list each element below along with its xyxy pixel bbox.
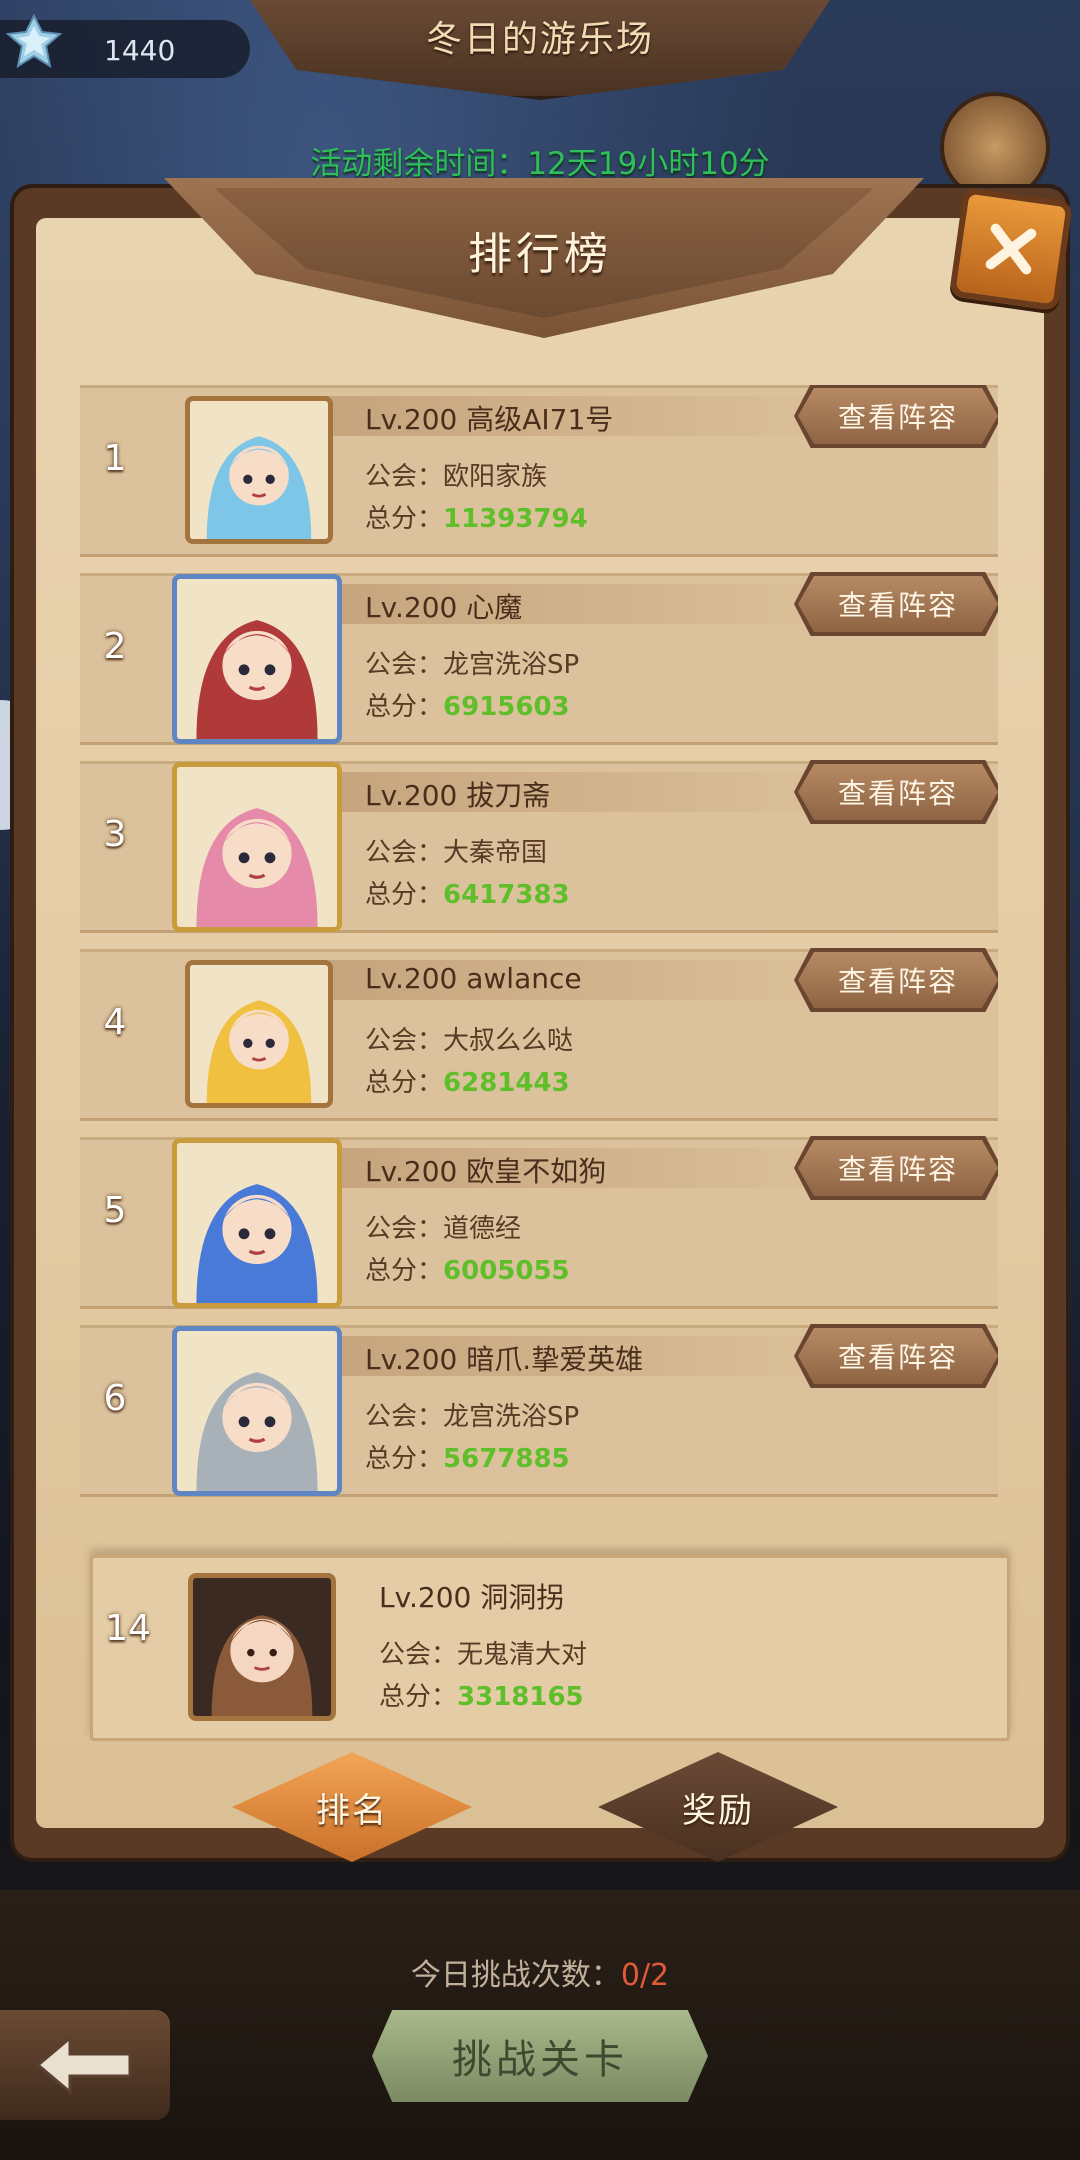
ranking-list[interactable]: 1 Lv.200 高级AI71号 公会：欧阳家族总分：11393794 查看阵容 2 Lv… [80, 385, 998, 1535]
player-guild: 公会：龙宫洗浴SP [365, 1402, 580, 1432]
player-name: Lv.200 暗爪.挚爱英雄 [365, 1343, 644, 1376]
crystal-icon [6, 14, 62, 69]
player-name: Lv.200 拔刀斋 [365, 779, 551, 812]
event-title: 冬日的游乐场 [425, 19, 654, 60]
rank-number: 5 [103, 1190, 127, 1231]
avatar-portrait [177, 1331, 337, 1491]
ranking-row: 6 Lv.200 暗爪.挚爱英雄 公会：龙宫洗浴SP 总分：5677885 查看阵容 [80, 1324, 998, 1497]
view-lineup-button[interactable]: 查看阵容 [798, 576, 998, 632]
view-lineup-button[interactable]: 查看阵容 [798, 764, 998, 820]
player-name: Lv.200 awlance [365, 962, 582, 995]
player-avatar[interactable] [172, 1138, 342, 1308]
self-player-name: Lv.200 洞洞拐 [379, 1581, 565, 1614]
rank-number: 2 [103, 626, 127, 667]
self-ranking-row: 14 Lv.200 洞洞拐 公会：无鬼清大对 总分：3318165 [90, 1555, 1010, 1741]
player-score: 总分：6417383 [365, 880, 570, 910]
ranking-row: 3 Lv.200 拔刀斋 公会：大秦帝国 总分：6417383 查看阵容 [80, 760, 998, 933]
self-avatar-portrait [193, 1578, 331, 1716]
player-guild: 公会：道德经 [365, 1214, 522, 1244]
view-lineup-button[interactable]: 查看阵容 [798, 1140, 998, 1196]
player-score: 总分：5677885 [365, 1444, 570, 1474]
currency-value: 1440 [104, 34, 176, 67]
player-guild: 公会：龙宫洗浴SP [365, 650, 580, 680]
player-avatar[interactable] [172, 1326, 342, 1496]
view-lineup-button[interactable]: 查看阵容 [798, 952, 998, 1008]
player-guild: 公会：大秦帝国 [365, 838, 548, 868]
player-avatar[interactable] [172, 574, 342, 744]
player-score: 总分：11393794 [365, 504, 588, 534]
avatar-portrait [177, 767, 337, 927]
back-arrow-icon [35, 2034, 132, 2096]
rank-number: 4 [103, 1002, 127, 1043]
event-remaining-time: 活动剩余时间：12天19小时10分 [310, 146, 770, 182]
avatar-portrait [190, 965, 328, 1103]
ranking-row: 5 Lv.200 欧皇不如狗 公会：道德经总分：6005055 查看阵容 [80, 1136, 998, 1309]
player-avatar[interactable] [185, 396, 333, 544]
rank-number: 6 [103, 1378, 127, 1419]
player-guild: 公会：欧阳家族 [365, 462, 548, 492]
back-button[interactable] [0, 2010, 170, 2120]
tab-ranking[interactable]: 排名 [232, 1752, 472, 1862]
player-avatar[interactable] [172, 762, 342, 932]
player-score: 总分：6281443 [365, 1068, 570, 1098]
player-avatar[interactable] [185, 960, 333, 1108]
rank-number: 3 [103, 814, 127, 855]
challenge-stage-button[interactable]: 挑战关卡 [372, 2010, 708, 2102]
self-avatar[interactable] [188, 1573, 336, 1721]
daily-attempts: 今日挑战次数：0/2 [410, 1958, 670, 1993]
player-guild: 公会：大叔么么哒 [365, 1026, 574, 1056]
player-name: Lv.200 心魔 [365, 591, 523, 624]
ranking-row: 2 Lv.200 心魔公会：龙宫洗浴SP 总分：6915603 查看阵容 [80, 572, 998, 745]
rank-number: 1 [103, 438, 127, 479]
self-score: 总分：3318165 [379, 1682, 584, 1712]
ranking-row: 1 Lv.200 高级AI71号 公会：欧阳家族总分：11393794 查看阵容 [80, 385, 998, 557]
close-button[interactable] [948, 186, 1074, 312]
view-lineup-button[interactable]: 查看阵容 [798, 1328, 998, 1384]
player-score: 总分：6005055 [365, 1256, 570, 1286]
self-guild: 公会：无鬼清大对 [379, 1640, 588, 1670]
avatar-portrait [177, 579, 337, 739]
player-name: Lv.200 高级AI71号 [365, 403, 614, 436]
player-name: Lv.200 欧皇不如狗 [365, 1155, 607, 1188]
tab-reward[interactable]: 奖励 [598, 1752, 838, 1862]
self-rank: 14 [105, 1608, 151, 1649]
player-score: 总分：6915603 [365, 692, 570, 722]
avatar-portrait [177, 1143, 337, 1303]
panel-title: 排行榜 [468, 229, 612, 280]
view-lineup-button[interactable]: 查看阵容 [798, 388, 998, 444]
ranking-row: 4 Lv.200 awlance 公会：大叔么么哒 总分：6281443 查看阵容 [80, 948, 998, 1121]
avatar-portrait [190, 401, 328, 539]
close-icon [985, 223, 1037, 275]
